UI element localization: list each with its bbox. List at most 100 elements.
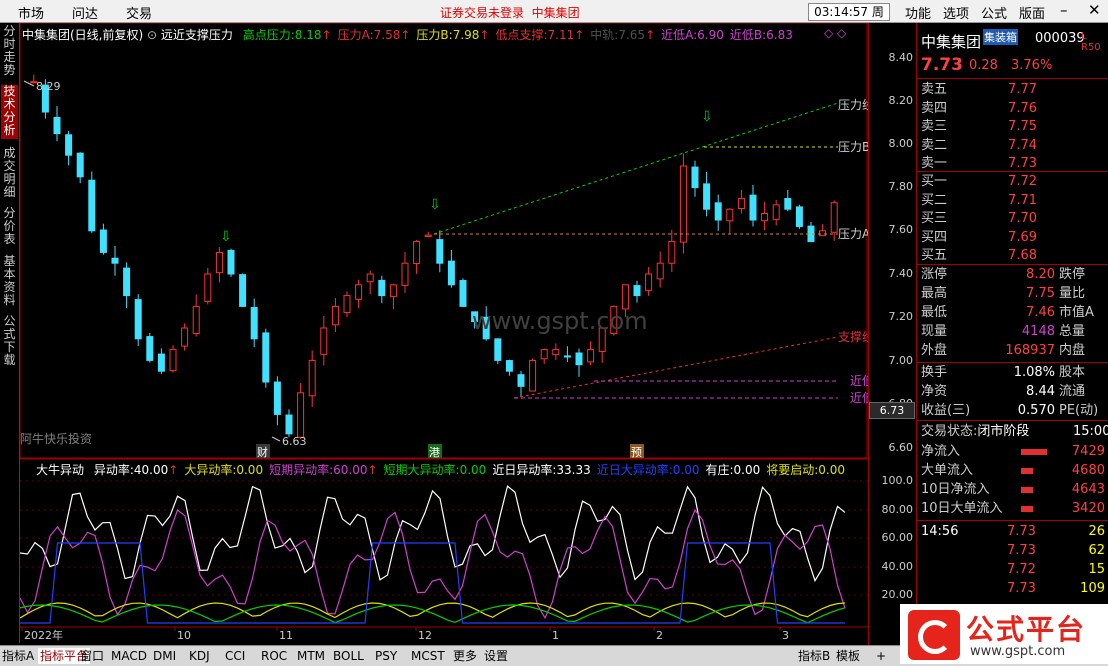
candle-body: [413, 241, 421, 265]
low-support-line: [513, 336, 839, 399]
indicator-tab[interactable]: 指标A: [2, 648, 34, 664]
menu-function[interactable]: 功能: [905, 3, 931, 22]
indicator-tab[interactable]: BOLL: [333, 648, 364, 664]
candle-body: [65, 134, 73, 156]
kline-chart[interactable]: ⇩ ⇩ ⇩ 压力线压力B 压力A 支撑线近低A 近低B 8.29 6.63 www.gspt.co…: [20, 23, 868, 645]
flow-bar: [1021, 506, 1033, 512]
header-diamond-icons[interactable]: ◇ ◇: [824, 26, 846, 40]
tab-price-table[interactable]: 分价表: [1, 207, 18, 249]
candle-body: [157, 353, 165, 372]
indicator-tab[interactable]: MTM: [297, 648, 325, 664]
candle-body: [679, 165, 687, 243]
sub-indicator-value: 近日大异动率:0.00: [596, 463, 700, 477]
line-label: 压力B: [838, 140, 868, 154]
login-notice[interactable]: 证券交易未登录 中集集团: [440, 4, 580, 21]
tab-technical[interactable]: 技术分析: [1, 85, 18, 139]
quote-stat-row: 最低 7.46 市值A: [921, 305, 1094, 320]
menu-layout[interactable]: 版面: [1019, 3, 1045, 22]
money-flow-row: 10日净流入 4643: [921, 482, 1105, 497]
indicator-tab[interactable]: 设置: [484, 648, 508, 664]
minimize-icon[interactable]: –: [1060, 2, 1068, 18]
bid-row[interactable]: 买五 7.68: [921, 247, 1107, 265]
price-tick: 7.60: [888, 223, 914, 236]
menu-trade[interactable]: 交易: [126, 3, 152, 22]
top-menu-bar: 市场 问达 交易 证券交易未登录 中集集团 03:14:57 周四 功能 选项 …: [0, 0, 1108, 35]
candle-body: [749, 194, 757, 221]
tab-formula-download[interactable]: 公式下载: [1, 315, 18, 369]
sub-indicator-tick: 40.00: [881, 560, 914, 573]
ask-row[interactable]: 卖四 7.76: [921, 100, 1107, 118]
ask-row[interactable]: 卖五 7.77: [921, 81, 1107, 99]
indicator-tab[interactable]: 更多: [453, 648, 477, 664]
indicator-tab[interactable]: PSY: [375, 648, 397, 664]
money-flow-row: 10日大单流入 3420: [921, 501, 1105, 516]
candle-body: [447, 260, 455, 286]
quote-stat-row: 外盘 168937 内盘: [921, 343, 1086, 358]
tab-intraday[interactable]: 分时走势: [1, 25, 18, 79]
indicator-tab[interactable]: 窗口: [80, 648, 104, 664]
menu-market[interactable]: 市场: [18, 3, 44, 22]
sub-indicator-value: 将要启动:0.00: [766, 463, 846, 477]
candle-body: [355, 284, 363, 300]
low-label-pointer: [271, 436, 281, 442]
candle-body: [239, 274, 247, 307]
candle-body: [529, 359, 537, 392]
sub-indicator-tick: 100.0: [881, 474, 914, 487]
candle-body: [215, 251, 223, 274]
line-label: 压力线: [838, 98, 868, 112]
indicator-tab[interactable]: ROC: [261, 648, 287, 664]
bid-row[interactable]: 买三 7.70: [921, 210, 1107, 228]
candle-body: [540, 349, 548, 360]
candle-body: [99, 229, 107, 253]
price-panel-border: [20, 23, 868, 459]
candle-body: [494, 338, 502, 361]
time-label: 10: [177, 629, 191, 642]
logo-text: 公式平台: [966, 613, 1087, 646]
candle-body: [320, 327, 328, 355]
indicator-b-tab[interactable]: 指标B: [798, 648, 830, 664]
menu-options[interactable]: 选项: [943, 3, 969, 22]
candle-body: [587, 349, 595, 363]
candle-body: [250, 307, 258, 340]
tick-row: 14:56 7.73 26: [921, 524, 1105, 539]
tab-trade-detail[interactable]: 成交明细: [1, 147, 18, 201]
sector-tag[interactable]: 集装箱: [983, 29, 1018, 45]
menu-wenda[interactable]: 问达: [72, 3, 98, 22]
ask-row[interactable]: 卖三 7.75: [921, 118, 1107, 136]
candle-body: [656, 262, 664, 280]
candle-body: [204, 273, 212, 302]
chart-area[interactable]: ⇩ ⇩ ⇩ 压力线压力B 压力A 支撑线近低A 近低B 8.29 6.63 www.gspt.co…: [20, 23, 868, 645]
ask-row[interactable]: 卖二 7.74: [921, 137, 1107, 155]
quote-panel: 中集集团 集装箱 000039 L R50 7.73 0.28 3.76% 卖五…: [916, 23, 1108, 645]
indicator-tab[interactable]: DMI: [153, 648, 176, 664]
indicator-tab[interactable]: KDJ: [189, 648, 210, 664]
sub-indicator-tick: 80.00: [881, 503, 914, 516]
signal-arrow: ⇩: [429, 197, 441, 213]
candle-body: [819, 230, 827, 237]
candle-body: [366, 273, 374, 283]
candle-body: [772, 204, 780, 220]
template-tab[interactable]: 模板: [836, 648, 860, 664]
add-tab-button[interactable]: +: [876, 648, 886, 664]
low-price-label: 6.63: [282, 435, 307, 448]
bid-row[interactable]: 买二 7.71: [921, 192, 1107, 210]
price-change: 0.28: [969, 58, 998, 73]
indicator-tab[interactable]: MCST: [411, 648, 445, 664]
candle-body: [830, 202, 838, 233]
tab-basic-info[interactable]: 基本资料: [1, 255, 18, 309]
close-icon[interactable]: ✕: [1088, 2, 1101, 18]
candle-body: [795, 206, 803, 227]
menu-formula[interactable]: 公式: [981, 3, 1007, 22]
tick-row: 7.72 15: [1007, 562, 1105, 577]
candle-body: [668, 241, 676, 264]
candle-body: [552, 349, 560, 356]
gspt-logo: 公式平台 www.gspt.com: [900, 604, 1108, 664]
bid-row[interactable]: 买四 7.69: [921, 229, 1107, 247]
bid-row[interactable]: 买一 7.72: [921, 173, 1107, 191]
event-marker-label: 港: [429, 446, 440, 459]
sub-indicator-value: 大异动率:0.00: [184, 463, 264, 477]
indicator-tab[interactable]: MACD: [111, 648, 147, 664]
flow-bar: [1021, 487, 1033, 493]
indicator-tab[interactable]: CCI: [225, 648, 245, 664]
candle-body: [714, 202, 722, 221]
